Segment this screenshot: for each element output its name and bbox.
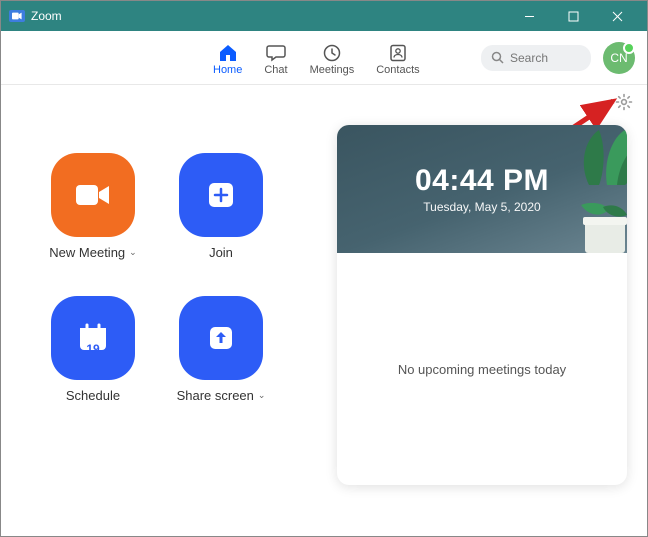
top-nav: Home Chat Meetings Contacts Search CN — [1, 31, 647, 85]
gear-icon — [615, 93, 633, 111]
close-button[interactable] — [595, 1, 639, 31]
nav-contacts-label: Contacts — [376, 64, 419, 76]
share-screen-label-row[interactable]: Share screen ⌄ — [177, 388, 266, 403]
clock-date: Tuesday, May 5, 2020 — [423, 200, 540, 214]
new-meeting-label-row[interactable]: New Meeting ⌄ — [49, 245, 136, 260]
minimize-button[interactable] — [507, 1, 551, 31]
nav-meetings[interactable]: Meetings — [310, 39, 355, 76]
titlebar: Zoom — [1, 1, 647, 31]
clock-time: 04:44 PM — [415, 164, 549, 198]
chat-icon — [266, 43, 286, 63]
chevron-down-icon: ⌄ — [258, 390, 266, 401]
pot-decoration — [573, 203, 627, 253]
clock-icon — [323, 43, 341, 63]
search-placeholder: Search — [510, 51, 548, 65]
window-title: Zoom — [31, 9, 507, 23]
nav-contacts[interactable]: Contacts — [376, 39, 419, 76]
search-button[interactable]: Search — [481, 45, 591, 71]
chevron-down-icon: ⌄ — [129, 247, 137, 258]
nav-home[interactable]: Home — [213, 39, 242, 76]
nav-chat-label: Chat — [264, 64, 287, 76]
schedule-label: Schedule — [66, 388, 120, 403]
settings-button[interactable] — [615, 93, 633, 116]
join-label: Join — [209, 245, 233, 260]
share-up-icon — [206, 323, 236, 353]
contacts-icon — [389, 43, 407, 63]
share-screen-label: Share screen — [177, 388, 254, 403]
search-icon — [491, 51, 504, 64]
content-area: New Meeting ⌄ Join 19 Schedule — [1, 85, 647, 536]
app-icon — [9, 10, 25, 22]
plus-icon — [206, 180, 236, 210]
info-card: 04:44 PM Tuesday, May 5, 2020 No upcomin… — [337, 125, 627, 485]
plant-decoration — [569, 125, 627, 185]
video-icon — [73, 181, 113, 209]
nav-meetings-label: Meetings — [310, 64, 355, 76]
join-button[interactable] — [179, 153, 263, 237]
share-screen-button[interactable] — [179, 296, 263, 380]
action-grid: New Meeting ⌄ Join 19 Schedule — [13, 97, 313, 524]
nav-home-label: Home — [213, 64, 242, 76]
avatar-initials: CN — [610, 51, 627, 65]
calendar-day-number: 19 — [86, 342, 99, 356]
upcoming-empty-text: No upcoming meetings today — [398, 362, 566, 377]
avatar[interactable]: CN — [603, 42, 635, 74]
schedule-button[interactable]: 19 — [51, 296, 135, 380]
new-meeting-button[interactable] — [51, 153, 135, 237]
maximize-button[interactable] — [551, 1, 595, 31]
new-meeting-label: New Meeting — [49, 245, 125, 260]
home-icon — [218, 43, 238, 63]
clock-panel: 04:44 PM Tuesday, May 5, 2020 — [337, 125, 627, 253]
nav-chat[interactable]: Chat — [264, 39, 287, 76]
